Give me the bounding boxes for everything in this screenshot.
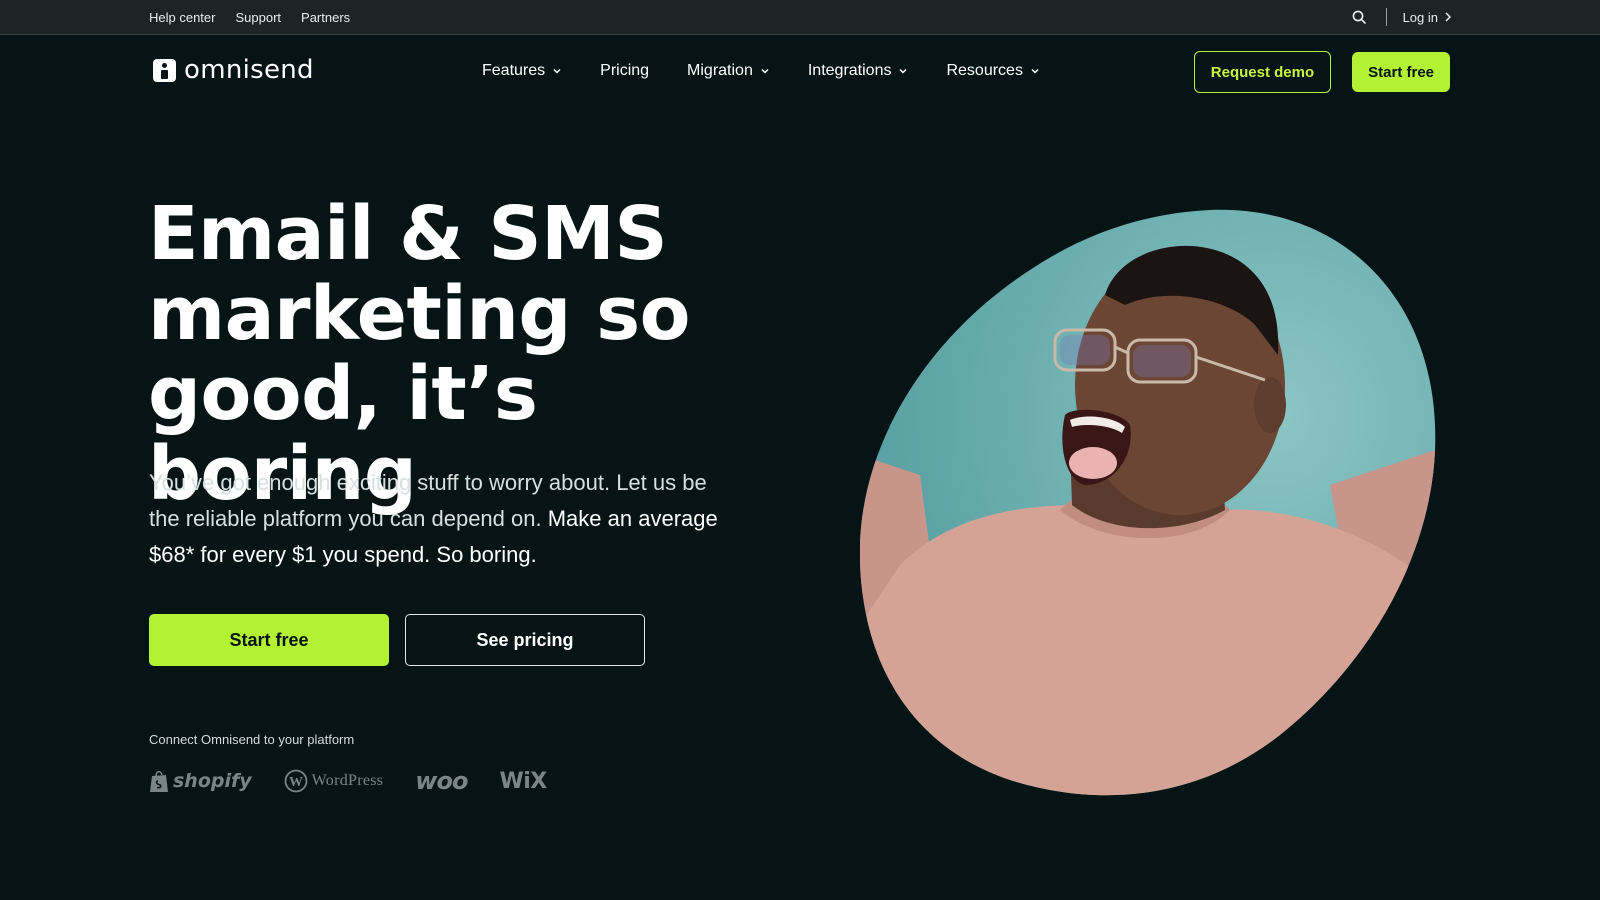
support-link[interactable]: Support xyxy=(235,10,281,25)
shopify-logo[interactable]: shopify xyxy=(149,769,252,793)
hero-cta-row: Start free See pricing xyxy=(149,614,645,666)
wix-wordmark: WiX xyxy=(499,768,547,794)
nav-menu: Features Pricing Migration Integrations … xyxy=(482,35,1040,107)
help-center-link[interactable]: Help center xyxy=(149,10,215,25)
omnisend-logo-icon xyxy=(153,58,176,82)
request-demo-button[interactable]: Request demo xyxy=(1193,51,1332,93)
wix-logo[interactable]: WiX xyxy=(499,768,547,794)
nav-item-features[interactable]: Features xyxy=(482,62,562,80)
nav-item-label: Pricing xyxy=(600,62,650,79)
nav-item-label: Resources xyxy=(946,62,1023,79)
start-free-button[interactable]: Start free xyxy=(149,614,389,666)
start-free-nav-button[interactable]: Start free xyxy=(1352,52,1450,92)
utility-right: Log in xyxy=(1352,0,1452,34)
topbar-divider xyxy=(1385,8,1387,26)
search-icon[interactable] xyxy=(1352,9,1368,25)
hero-subtitle: You’ve got enough exciting stuff to worr… xyxy=(149,465,729,573)
platform-logos: shopify W WordPress woo WiX xyxy=(149,766,547,796)
nav-item-label: Integrations xyxy=(807,62,892,79)
chevron-down-icon xyxy=(553,68,561,74)
hero-title-line-2: marketing so xyxy=(148,271,691,357)
nav-item-migration[interactable]: Migration xyxy=(687,62,770,80)
shopify-bag-icon xyxy=(150,770,168,792)
main-nav: omnisend Features Pricing Migration Inte… xyxy=(0,35,1600,107)
see-pricing-button[interactable]: See pricing xyxy=(405,614,645,666)
top-utility-bar: Help center Support Partners Log in xyxy=(0,0,1600,35)
shopify-wordmark: shopify xyxy=(173,770,252,792)
login-link[interactable]: Log in xyxy=(1403,10,1452,25)
chevron-down-icon xyxy=(899,68,907,74)
chevron-down-icon xyxy=(761,68,769,74)
hero-image xyxy=(860,209,1436,796)
login-label: Log in xyxy=(1402,9,1438,25)
woo-wordmark: woo xyxy=(415,767,468,795)
nav-item-label: Features xyxy=(482,62,546,79)
nav-item-resources[interactable]: Resources xyxy=(946,62,1039,80)
partners-link[interactable]: Partners xyxy=(301,10,350,25)
sweater xyxy=(860,505,1436,796)
nav-item-pricing[interactable]: Pricing xyxy=(600,62,649,80)
omnisend-logo[interactable]: omnisend xyxy=(153,55,314,85)
nav-item-label: Migration xyxy=(687,62,753,79)
nav-buttons: Request demo Start free xyxy=(1193,51,1450,93)
nav-item-integrations[interactable]: Integrations xyxy=(808,62,909,80)
connect-platform-label: Connect Omnisend to your platform xyxy=(149,732,355,747)
chevron-right-icon xyxy=(1445,12,1452,22)
wordpress-icon: W xyxy=(284,769,308,793)
utility-links: Help center Support Partners xyxy=(149,0,350,34)
chevron-down-icon xyxy=(1031,68,1039,74)
svg-text:W: W xyxy=(289,775,303,790)
logo-text: omnisend xyxy=(184,55,314,85)
wordpress-wordmark: WordPress xyxy=(311,772,384,789)
hero-title-line-1: Email & SMS xyxy=(148,191,668,277)
wordpress-logo[interactable]: W WordPress xyxy=(284,769,384,793)
woo-logo[interactable]: woo xyxy=(415,767,468,795)
